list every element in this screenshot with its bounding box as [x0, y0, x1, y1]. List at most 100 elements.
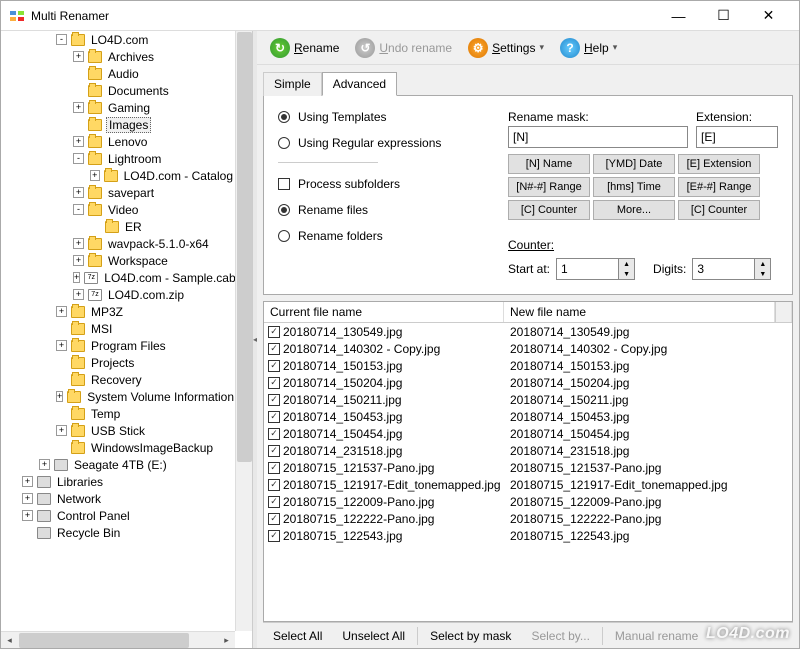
tree-item[interactable]: -LO4D.com	[1, 31, 235, 48]
expand-icon[interactable]: +	[22, 476, 33, 487]
row-checkbox[interactable]: ✓	[268, 428, 280, 440]
tree-item[interactable]: +MP3Z	[1, 303, 235, 320]
unselect-all-button[interactable]: Unselect All	[332, 625, 415, 647]
minimize-button[interactable]: —	[656, 2, 701, 30]
row-checkbox[interactable]: ✓	[268, 462, 280, 474]
tree-item[interactable]: WindowsImageBackup	[1, 439, 235, 456]
file-row[interactable]: ✓20180715_121537-Pano.jpg20180715_121537…	[264, 459, 792, 476]
radio-rename-files[interactable]: Rename files	[278, 203, 488, 217]
file-list-body[interactable]: ✓20180714_130549.jpg20180714_130549.jpg✓…	[264, 323, 792, 621]
file-row[interactable]: ✓20180714_150211.jpg20180714_150211.jpg	[264, 391, 792, 408]
file-row[interactable]: ✓20180714_231518.jpg20180714_231518.jpg	[264, 442, 792, 459]
row-checkbox[interactable]: ✓	[268, 360, 280, 372]
expand-icon[interactable]: +	[22, 510, 33, 521]
titlebar[interactable]: Multi Renamer — ☐ ✕	[1, 1, 799, 31]
spin-up-icon[interactable]: ▲	[755, 259, 770, 269]
expand-icon[interactable]: +	[73, 51, 84, 62]
tree-scrollbar-vertical[interactable]	[235, 31, 252, 631]
tab-simple[interactable]: Simple	[263, 72, 322, 96]
start-spinner[interactable]: ▲▼	[556, 258, 635, 280]
expand-icon[interactable]: +	[56, 306, 67, 317]
expand-icon[interactable]: +	[73, 102, 84, 113]
row-checkbox[interactable]: ✓	[268, 343, 280, 355]
file-row[interactable]: ✓20180715_122222-Pano.jpg20180715_122222…	[264, 510, 792, 527]
row-checkbox[interactable]: ✓	[268, 326, 280, 338]
row-checkbox[interactable]: ✓	[268, 411, 280, 423]
tree-item[interactable]: ER	[1, 218, 235, 235]
btn-more[interactable]: More...	[593, 200, 675, 220]
ext-input[interactable]	[696, 126, 778, 148]
file-row[interactable]: ✓20180714_130549.jpg20180714_130549.jpg	[264, 323, 792, 340]
file-row[interactable]: ✓20180714_150204.jpg20180714_150204.jpg	[264, 374, 792, 391]
file-row[interactable]: ✓20180714_150153.jpg20180714_150153.jpg	[264, 357, 792, 374]
row-checkbox[interactable]: ✓	[268, 445, 280, 457]
row-checkbox[interactable]: ✓	[268, 479, 280, 491]
tree-item[interactable]: +USB Stick	[1, 422, 235, 439]
file-row[interactable]: ✓20180714_140302 - Copy.jpg20180714_1403…	[264, 340, 792, 357]
row-checkbox[interactable]: ✓	[268, 394, 280, 406]
digits-spinner[interactable]: ▲▼	[692, 258, 771, 280]
tree-item[interactable]: -Lightroom	[1, 150, 235, 167]
select-by-mask-button[interactable]: Select by mask	[420, 625, 521, 647]
expand-icon[interactable]: +	[73, 136, 84, 147]
expand-icon[interactable]: +	[56, 340, 67, 351]
tree-item[interactable]: +Seagate 4TB (E:)	[1, 456, 235, 473]
file-row[interactable]: ✓20180715_121917-Edit_tonemapped.jpg2018…	[264, 476, 792, 493]
tree-item[interactable]: +System Volume Information	[1, 388, 235, 405]
col-current[interactable]: Current file name	[264, 302, 504, 322]
tree-item[interactable]: +Gaming	[1, 99, 235, 116]
btn-ext[interactable]: [E] Extension	[678, 154, 760, 174]
tree-item[interactable]: +7zLO4D.com - Sample.cab	[1, 269, 235, 286]
tree-item[interactable]: +7zLO4D.com.zip	[1, 286, 235, 303]
expand-icon[interactable]: +	[22, 493, 33, 504]
folder-tree[interactable]: -LO4D.com+ArchivesAudioDocuments+GamingI…	[1, 31, 235, 541]
row-checkbox[interactable]: ✓	[268, 496, 280, 508]
expand-icon[interactable]: +	[56, 425, 67, 436]
file-row[interactable]: ✓20180715_122009-Pano.jpg20180715_122009…	[264, 493, 792, 510]
spin-down-icon[interactable]: ▼	[755, 269, 770, 279]
collapse-icon[interactable]: -	[73, 204, 84, 215]
expand-icon[interactable]: +	[73, 272, 80, 283]
file-row[interactable]: ✓20180714_150454.jpg20180714_150454.jpg	[264, 425, 792, 442]
radio-rename-folders[interactable]: Rename folders	[278, 229, 488, 243]
expand-icon[interactable]: +	[73, 187, 84, 198]
radio-regex[interactable]: Using Regular expressions	[278, 136, 488, 150]
btn-counter[interactable]: [C] Counter	[508, 200, 590, 220]
tree-item[interactable]: +Workspace	[1, 252, 235, 269]
mask-input[interactable]	[508, 126, 688, 148]
expand-icon[interactable]: +	[73, 289, 84, 300]
tree-scrollbar-horizontal[interactable]: ◂▸	[1, 631, 235, 648]
radio-templates[interactable]: Using Templates	[278, 110, 488, 124]
tree-item[interactable]: +wavpack-5.1.0-x64	[1, 235, 235, 252]
file-row[interactable]: ✓20180715_122543.jpg20180715_122543.jpg	[264, 527, 792, 544]
settings-button[interactable]: ⚙ Settings	[461, 33, 551, 63]
row-checkbox[interactable]: ✓	[268, 530, 280, 542]
tree-item[interactable]: +Control Panel	[1, 507, 235, 524]
expand-icon[interactable]: +	[39, 459, 50, 470]
file-row[interactable]: ✓20180714_150453.jpg20180714_150453.jpg	[264, 408, 792, 425]
digits-input[interactable]	[692, 258, 754, 280]
tree-item[interactable]: +Program Files	[1, 337, 235, 354]
btn-date[interactable]: [YMD] Date	[593, 154, 675, 174]
start-input[interactable]	[556, 258, 618, 280]
expand-icon[interactable]: +	[73, 238, 84, 249]
tab-advanced[interactable]: Advanced	[322, 72, 397, 96]
tree-item[interactable]: +Libraries	[1, 473, 235, 490]
spin-down-icon[interactable]: ▼	[619, 269, 634, 279]
row-checkbox[interactable]: ✓	[268, 513, 280, 525]
tree-item[interactable]: -Video	[1, 201, 235, 218]
rename-button[interactable]: ↻ Rename	[263, 33, 346, 63]
tree-item[interactable]: +Network	[1, 490, 235, 507]
expand-icon[interactable]: +	[73, 255, 84, 266]
tree-item[interactable]: Images	[1, 116, 235, 133]
tree-item[interactable]: MSI	[1, 320, 235, 337]
col-new[interactable]: New file name	[504, 302, 775, 322]
tree-item[interactable]: +savepart	[1, 184, 235, 201]
btn-range-n[interactable]: [N#-#] Range	[508, 177, 590, 197]
tree-item[interactable]: Temp	[1, 405, 235, 422]
tree-item[interactable]: Recycle Bin	[1, 524, 235, 541]
spin-up-icon[interactable]: ▲	[619, 259, 634, 269]
undo-button[interactable]: ↺ Undo rename	[348, 33, 459, 63]
collapse-icon[interactable]: -	[73, 153, 84, 164]
check-subfolders[interactable]: Process subfolders	[278, 177, 488, 191]
